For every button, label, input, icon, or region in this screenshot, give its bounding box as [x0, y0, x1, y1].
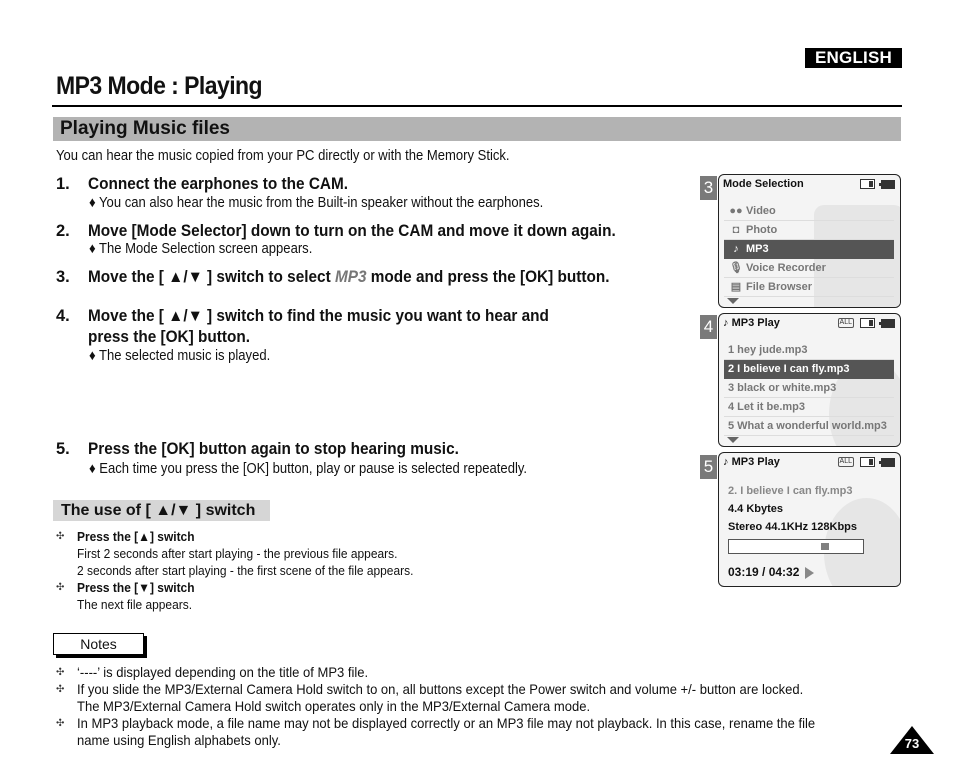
- menu-item-label: Photo: [746, 224, 778, 236]
- step-text: Connect the earphones to the CAM.: [88, 175, 349, 193]
- track-name: 2. I believe I can fly.mp3: [728, 485, 853, 497]
- bullet-icon: ✣: [56, 531, 65, 542]
- playback-time: 03:19 / 04:32: [728, 565, 800, 579]
- note-text: name using English alphabets only.: [77, 732, 281, 748]
- bullet-icon: ✣: [56, 718, 65, 729]
- scroll-down-icon[interactable]: [727, 437, 739, 443]
- menu-item-file-browser[interactable]: ▤ File Browser: [724, 278, 894, 297]
- step-text: press the [OK] button.: [88, 328, 250, 346]
- status-icons: ALL: [837, 457, 895, 467]
- switch-down-heading: Press the [▼] switch: [77, 580, 195, 595]
- camera-icon: ◘: [732, 224, 740, 236]
- file-size: 4.4 Kbytes: [728, 503, 784, 515]
- step-number: 4.: [56, 307, 70, 325]
- menu-item-label: Voice Recorder: [746, 262, 826, 274]
- step-number: 1.: [56, 175, 70, 193]
- menu-item-photo[interactable]: ◘ Photo: [724, 221, 894, 240]
- repeat-all-icon: ALL: [837, 457, 854, 467]
- step-text: Press the [OK] button again to stop hear…: [88, 440, 459, 458]
- step-text: Move [Mode Selector] down to turn on the…: [88, 222, 616, 240]
- status-icons: [860, 179, 895, 189]
- menu-item-label: Video: [746, 205, 776, 217]
- playback-time-row: 03:19 / 04:32: [728, 565, 815, 579]
- screen-step-number: 4: [700, 315, 717, 339]
- screen-title-text: MP3 Play: [731, 317, 780, 329]
- music-note-icon: ♪: [723, 317, 732, 329]
- page-number: 73: [904, 736, 920, 751]
- audio-format: Stereo 44.1KHz 128Kbps: [728, 521, 857, 533]
- step-note: ♦ You can also hear the music from the B…: [89, 195, 544, 211]
- step-number: 5.: [56, 440, 70, 458]
- scroll-down-icon[interactable]: [727, 298, 739, 304]
- screen-title-text: MP3 Play: [731, 456, 780, 468]
- mp3-playlist-screen: ♪ MP3 Play ALL 1 hey jude.mp3 2 I believ…: [718, 313, 901, 447]
- note-text: The MP3/External Camera Hold switch oper…: [77, 698, 591, 714]
- memory-card-icon: [860, 318, 875, 328]
- step-text-part: Move the [ ▲/▼ ] switch to select: [88, 268, 335, 286]
- music-note-icon: ♪: [733, 243, 739, 255]
- screen-title: ♪ MP3 Play: [723, 317, 780, 329]
- section-title: Playing Music files: [60, 118, 230, 139]
- step-note: ♦ Each time you press the [OK] button, p…: [89, 461, 528, 477]
- switch-down-line: The next file appears.: [77, 597, 193, 612]
- status-icons: ALL: [837, 318, 895, 328]
- intro-text: You can hear the music copied from your …: [56, 148, 510, 164]
- switch-up-heading: Press the [▲] switch: [77, 529, 195, 544]
- repeat-all-icon: ALL: [837, 318, 854, 328]
- notes-label: Notes: [53, 633, 144, 655]
- battery-icon: [879, 457, 895, 467]
- step-note: ♦ The selected music is played.: [89, 348, 271, 364]
- note-text: If you slide the MP3/External Camera Hol…: [77, 681, 804, 697]
- note-text: In MP3 playback mode, a file name may no…: [77, 715, 816, 731]
- progress-knob[interactable]: [821, 543, 829, 550]
- step-text: Move the [ ▲/▼ ] switch to find the musi…: [88, 307, 549, 325]
- menu-item-label: File Browser: [746, 281, 813, 293]
- playback-progress-bar[interactable]: [728, 539, 864, 554]
- step-number: 3.: [56, 268, 70, 286]
- microphone-icon: 🎙: [729, 262, 743, 274]
- bullet-icon: ✣: [56, 667, 65, 678]
- mp3-mode-emphasis: MP3: [334, 268, 367, 286]
- menu-item-label: MP3: [746, 243, 769, 255]
- memory-card-icon: [860, 179, 875, 189]
- title-divider: [52, 105, 902, 107]
- language-badge: ENGLISH: [805, 48, 902, 68]
- screen-step-number: 3: [700, 176, 717, 200]
- menu-item-voice-recorder[interactable]: 🎙 Voice Recorder: [724, 259, 894, 278]
- menu-item-video[interactable]: ●● Video: [724, 202, 894, 221]
- switch-up-line: 2 seconds after start playing - the firs…: [77, 563, 414, 578]
- menu-item-mp3[interactable]: ♪ MP3: [724, 240, 894, 259]
- memory-card-icon: [860, 457, 875, 467]
- music-note-icon: ♪: [723, 456, 732, 468]
- screen-step-number: 5: [700, 455, 717, 479]
- step-text-part: mode and press the [OK] button.: [366, 268, 610, 286]
- switch-usage-title: The use of [ ▲/▼ ] switch: [61, 502, 256, 519]
- mode-selection-screen: Mode Selection ●● Video ◘ Photo ♪ MP3 🎙 Voic…: [718, 174, 901, 308]
- bullet-icon: ✣: [56, 582, 65, 593]
- playlist-item-selected[interactable]: 2 I believe I can fly.mp3: [724, 360, 894, 379]
- playlist-item[interactable]: 3 black or white.mp3: [724, 379, 894, 398]
- switch-up-line: First 2 seconds after start playing - th…: [77, 546, 398, 561]
- video-camera-icon: ●●: [729, 205, 743, 217]
- playlist-item[interactable]: 5 What a wonderful world.mp3: [724, 417, 894, 436]
- bullet-icon: ✣: [56, 684, 65, 695]
- play-icon[interactable]: [805, 566, 815, 579]
- battery-icon: [879, 179, 895, 189]
- page-title: MP3 Mode : Playing: [56, 72, 263, 100]
- playlist-item[interactable]: 4 Let it be.mp3: [724, 398, 894, 417]
- battery-icon: [879, 318, 895, 328]
- screen-title: ♪ MP3 Play: [723, 456, 780, 468]
- file-icon: ▤: [730, 281, 742, 293]
- note-text: ‘----’ is displayed depending on the tit…: [77, 664, 369, 680]
- step-number: 2.: [56, 222, 70, 240]
- mp3-now-playing-screen: ♪ MP3 Play ALL 2. I believe I can fly.mp…: [718, 452, 901, 587]
- step-note: ♦ The Mode Selection screen appears.: [89, 241, 313, 257]
- step-text: Move the [ ▲/▼ ] switch to select MP3 mo…: [88, 268, 609, 287]
- playlist-item[interactable]: 1 hey jude.mp3: [724, 341, 894, 360]
- screen-title: Mode Selection: [723, 178, 804, 190]
